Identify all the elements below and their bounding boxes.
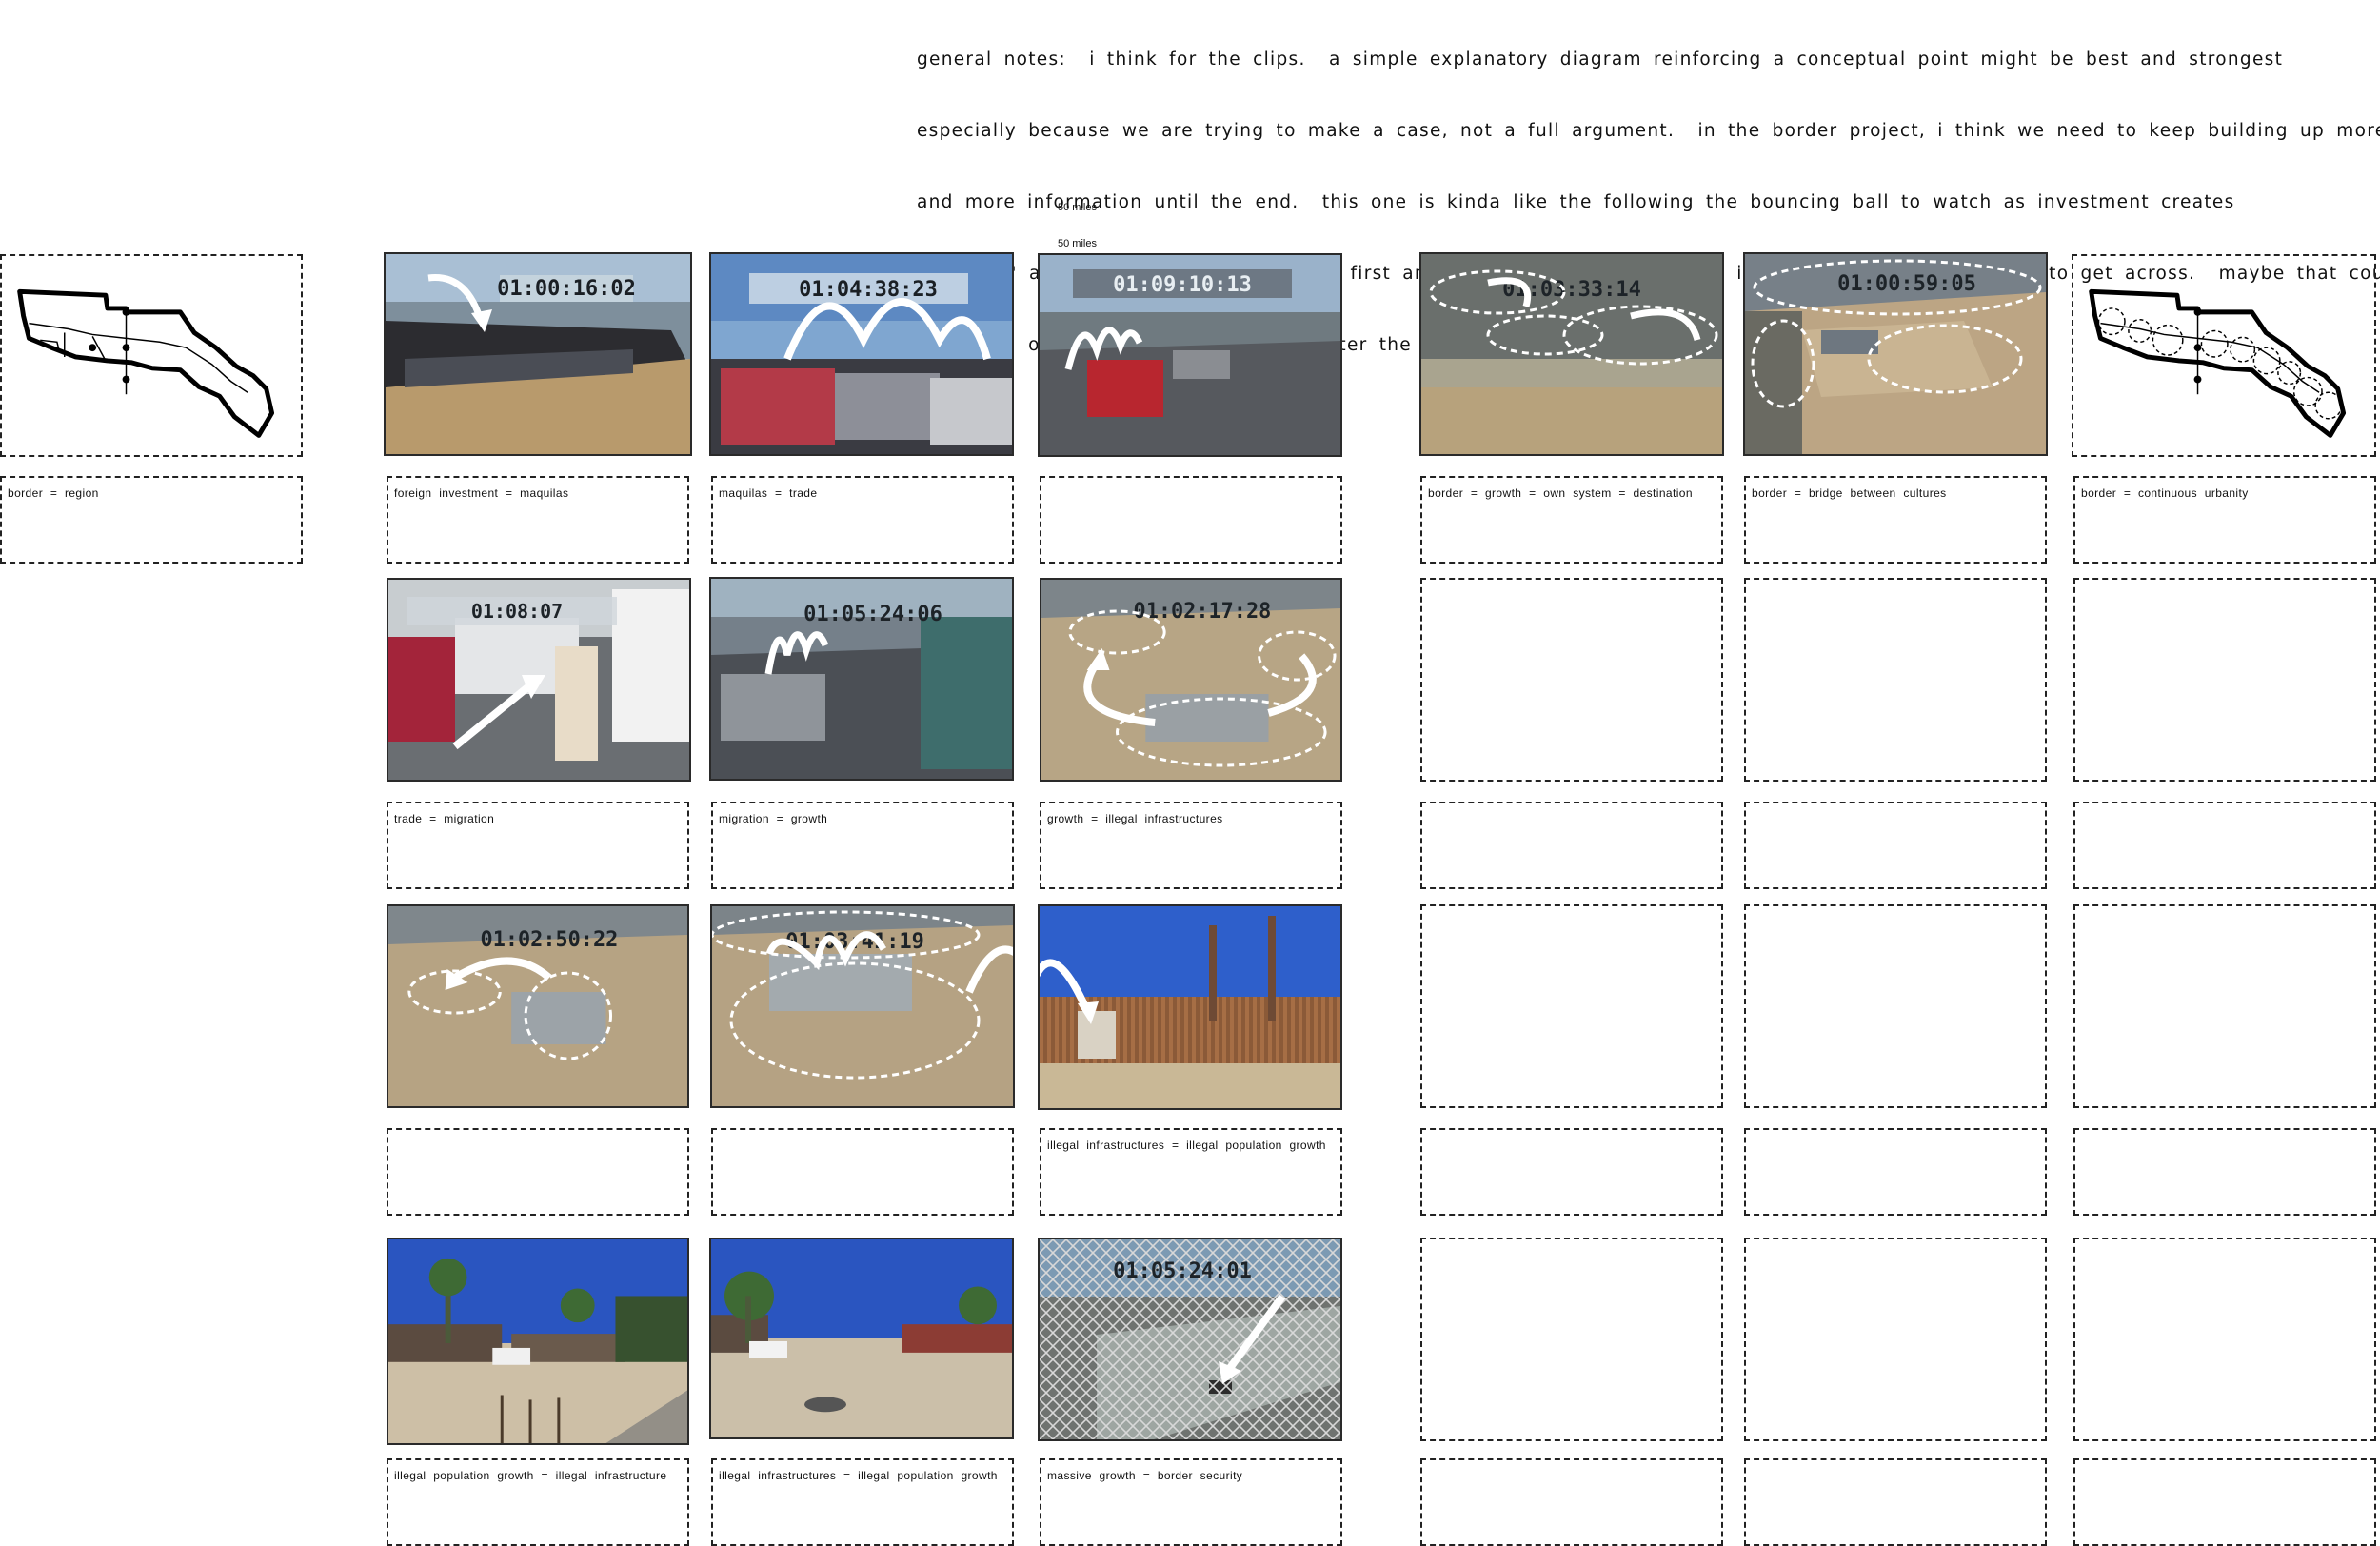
timecode: 01:02:50:22	[481, 928, 619, 952]
empty-caption-slot	[1420, 802, 1723, 889]
video-frame[interactable]: 01:02:17:28	[1040, 578, 1342, 782]
video-frame[interactable]: 01:00:59:05	[1743, 252, 2048, 456]
caption: illegal population growth = illegal infr…	[387, 1458, 689, 1546]
timecode: 01:05:24:01	[1113, 1259, 1252, 1283]
timecode: 01:04:38:23	[799, 278, 938, 302]
empty-caption-slot	[711, 1128, 1014, 1216]
video-frame[interactable]: 01:08:07	[387, 578, 691, 782]
caption: illegal infrastructures = illegal popula…	[711, 1458, 1014, 1546]
empty-caption-slot	[1420, 1128, 1723, 1216]
scale-label: 50 miles	[1058, 238, 1097, 249]
empty-caption-slot	[1744, 1128, 2047, 1216]
video-frame[interactable]: 01:02:50:22	[387, 904, 689, 1108]
caption: growth = illegal infrastructures	[1040, 802, 1342, 889]
empty-caption-slot	[387, 1128, 689, 1216]
timecode: 01:09:10:13	[1113, 273, 1252, 297]
empty-frame-slot	[2073, 1238, 2376, 1441]
border-map-icon	[2089, 288, 2347, 438]
continuous-urbanity-map	[2072, 254, 2376, 457]
caption: migration = growth	[711, 802, 1014, 889]
caption: trade = migration	[387, 802, 689, 889]
video-frame[interactable]: 01:03:41:19	[710, 904, 1015, 1108]
empty-caption-slot	[2073, 1458, 2376, 1546]
notes-line: and more information until the end. this…	[917, 192, 2235, 212]
empty-frame-slot	[2073, 578, 2376, 782]
empty-caption-slot	[2073, 1128, 2376, 1216]
timecode: 01:08:07	[471, 600, 563, 623]
caption: massive growth = border security	[1040, 1458, 1342, 1546]
photo-frame[interactable]	[387, 1238, 689, 1445]
caption: border = bridge between cultures	[1744, 476, 2047, 564]
video-frame[interactable]: 01:09:10:13	[1038, 253, 1342, 457]
empty-caption-slot	[2073, 802, 2376, 889]
border-map-icon	[17, 288, 275, 438]
caption: foreign investment = maquilas	[387, 476, 689, 564]
video-frame[interactable]: 01:04:38:23	[709, 252, 1014, 456]
notes-line: general notes: i think for the clips. a …	[917, 50, 2284, 69]
empty-frame-slot	[1420, 1238, 1723, 1441]
caption: border = continuous urbanity	[2073, 476, 2376, 564]
empty-frame-slot	[1420, 904, 1723, 1108]
caption: border = region	[0, 476, 303, 564]
empty-caption-slot	[1420, 1458, 1723, 1546]
video-frame[interactable]	[1038, 904, 1342, 1110]
video-frame[interactable]: 01:05:24:06	[709, 577, 1014, 781]
empty-frame-slot	[1744, 578, 2047, 782]
empty-frame-slot	[2073, 904, 2376, 1108]
empty-frame-slot	[1744, 1238, 2047, 1441]
video-frame[interactable]: 01:05:24:01	[1038, 1238, 1342, 1441]
empty-caption-slot	[1744, 802, 2047, 889]
empty-caption-slot	[1744, 1458, 2047, 1546]
caption: border = growth = own system = destinati…	[1420, 476, 1723, 564]
scale-label: 50 miles	[1058, 202, 1097, 213]
border-region-map	[0, 254, 303, 457]
video-frame[interactable]: 01:03:33:14	[1419, 252, 1724, 456]
caption: illegal infrastructures = illegal popula…	[1040, 1128, 1342, 1216]
caption: maquilas = trade	[711, 476, 1014, 564]
caption	[1040, 476, 1342, 564]
timecode: 01:00:16:02	[497, 277, 636, 301]
empty-frame-slot	[1420, 578, 1723, 782]
video-frame[interactable]: 01:00:16:02	[384, 252, 692, 456]
empty-frame-slot	[1744, 904, 2047, 1108]
notes-line: especially because we are trying to make…	[917, 121, 2380, 141]
timecode: 01:00:59:05	[1837, 272, 1976, 296]
photo-frame[interactable]	[709, 1238, 1014, 1439]
timecode: 01:05:24:06	[803, 603, 942, 626]
